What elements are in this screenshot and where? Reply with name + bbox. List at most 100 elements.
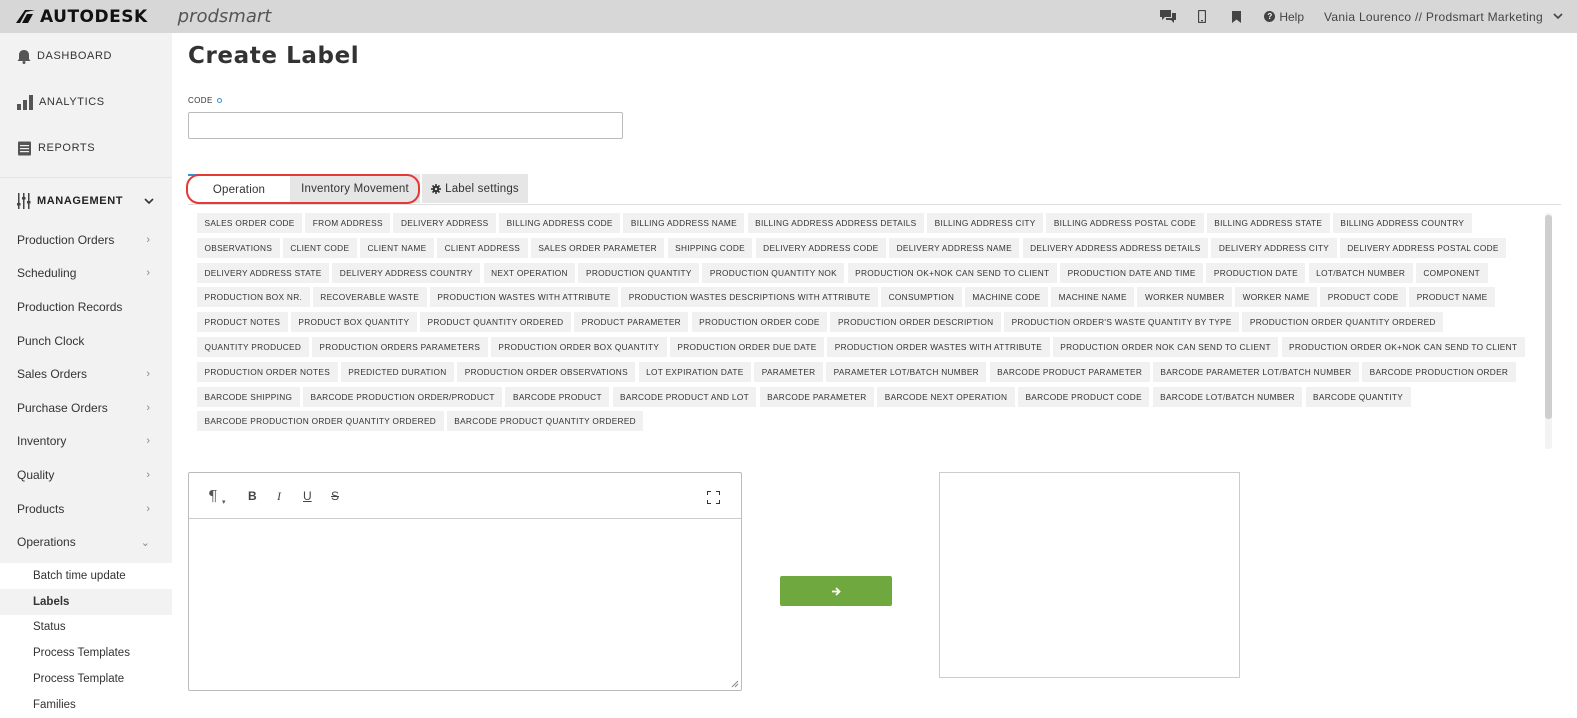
placeholder-tag[interactable]: DELIVERY ADDRESS POSTAL CODE — [1339, 237, 1507, 258]
italic-button[interactable]: I — [277, 487, 281, 505]
placeholder-tag[interactable]: PRODUCTION ORDER QUANTITY ORDERED — [1242, 312, 1444, 333]
placeholder-tag[interactable]: DELIVERY ADDRESS COUNTRY — [332, 262, 481, 283]
mobile-icon[interactable] — [1192, 7, 1212, 27]
sidebar-item-production-orders[interactable]: Production Orders › — [0, 223, 172, 257]
placeholder-tag[interactable]: DELIVERY ADDRESS STATE — [197, 262, 330, 283]
tab-inventory-movement[interactable]: Inventory Movement — [290, 174, 420, 203]
placeholder-tag[interactable]: SHIPPING CODE — [667, 237, 753, 258]
placeholder-tag[interactable]: BARCODE PRODUCTION ORDER QUANTITY ORDERE… — [197, 411, 444, 432]
placeholder-tag[interactable]: BILLING ADDRESS STATE — [1206, 213, 1330, 233]
sidebar-item-purchase-orders[interactable]: Purchase Orders › — [0, 391, 172, 425]
placeholder-tag[interactable]: PRODUCT QUANTITY ORDERED — [420, 312, 571, 333]
placeholder-tag[interactable]: PRODUCTION ORDER NOK CAN SEND TO CLIENT — [1052, 336, 1279, 357]
sidebar-item-analytics[interactable]: ANALYTICS — [0, 79, 172, 125]
sidebar-subitem-status[interactable]: Status — [0, 614, 172, 641]
placeholder-tag[interactable]: BARCODE SHIPPING — [197, 386, 300, 407]
placeholder-tag[interactable]: DELIVERY ADDRESS CITY — [1211, 237, 1337, 258]
chevron-down-icon[interactable] — [1553, 11, 1563, 23]
placeholder-tag[interactable]: BARCODE PRODUCT QUANTITY ORDERED — [446, 411, 644, 432]
tag-panel-scrollbar[interactable] — [1545, 213, 1552, 449]
placeholder-tag[interactable]: BARCODE PRODUCTION ORDER/PRODUCT — [302, 386, 503, 407]
sidebar-item-operations[interactable]: Operations ⌄ — [0, 525, 172, 559]
placeholder-tag[interactable]: BARCODE NEXT OPERATION — [877, 386, 1015, 407]
sidebar-item-punch-clock[interactable]: Punch Clock — [0, 324, 172, 358]
placeholder-tag[interactable]: BARCODE LOT/BATCH NUMBER — [1152, 386, 1303, 407]
placeholder-tag[interactable]: CONSUMPTION — [881, 287, 962, 308]
sidebar-item-scheduling[interactable]: Scheduling › — [0, 257, 172, 291]
placeholder-tag[interactable]: BARCODE PRODUCT — [505, 386, 610, 407]
placeholder-tag[interactable]: BILLING ADDRESS ADDRESS DETAILS — [747, 213, 924, 233]
placeholder-tag[interactable]: LOT EXPIRATION DATE — [638, 361, 752, 382]
placeholder-tag[interactable]: RECOVERABLE WASTE — [312, 287, 427, 308]
placeholder-tag[interactable]: PRODUCTION ORDER OK+NOK CAN SEND TO CLIE… — [1281, 336, 1525, 357]
placeholder-tag[interactable]: PARAMETER — [754, 361, 823, 382]
bold-button[interactable]: B — [248, 487, 257, 505]
placeholder-tag[interactable]: BARCODE PRODUCTION ORDER — [1362, 361, 1516, 382]
placeholder-tag[interactable]: LOT/BATCH NUMBER — [1308, 262, 1413, 283]
sidebar-subitem-batch-time-update[interactable]: Batch time update — [0, 562, 172, 589]
sidebar-subitem-labels[interactable]: Labels — [0, 588, 172, 615]
placeholder-tag[interactable]: COMPONENT — [1415, 262, 1488, 283]
placeholder-tag[interactable]: PRODUCTION ORDER OBSERVATIONS — [457, 361, 636, 382]
placeholder-tag[interactable]: DELIVERY ADDRESS NAME — [889, 237, 1020, 258]
placeholder-tag[interactable]: PRODUCTION ORDER NOTES — [197, 361, 338, 382]
placeholder-tag[interactable]: PRODUCTION ORDER BOX QUANTITY — [490, 336, 667, 357]
placeholder-tag[interactable]: BILLING ADDRESS COUNTRY — [1332, 213, 1472, 233]
sidebar-subitem-process-templates[interactable]: Process Templates — [0, 640, 172, 667]
sidebar-item-sales-orders[interactable]: Sales Orders › — [0, 357, 172, 391]
sidebar-item-products[interactable]: Products › — [0, 492, 172, 526]
placeholder-tag[interactable]: PARAMETER LOT/BATCH NUMBER — [826, 361, 987, 382]
chat-icon[interactable] — [1158, 7, 1178, 27]
placeholder-tag[interactable]: PRODUCTION ORDER WASTES WITH ATTRIBUTE — [827, 336, 1050, 357]
placeholder-tag[interactable]: CLIENT ADDRESS — [437, 237, 528, 258]
placeholder-tag[interactable]: PRODUCTION ORDER DUE DATE — [669, 336, 825, 357]
placeholder-tag[interactable]: PRODUCTION ORDER DESCRIPTION — [830, 312, 1001, 333]
tab-operation[interactable]: Operation — [188, 174, 290, 203]
placeholder-tag[interactable]: PRODUCTION WASTES DESCRIPTIONS WITH ATTR… — [621, 287, 878, 308]
generate-preview-button[interactable] — [780, 576, 892, 606]
strikethrough-button[interactable]: S — [331, 487, 339, 505]
placeholder-tag[interactable]: BILLING ADDRESS POSTAL CODE — [1046, 213, 1204, 233]
sidebar-subitem-families[interactable]: Families — [0, 691, 172, 718]
placeholder-tag[interactable]: PRODUCT BOX QUANTITY — [290, 312, 417, 333]
placeholder-tag[interactable]: BILLING ADDRESS NAME — [623, 213, 745, 233]
sidebar-section-management[interactable]: MANAGEMENT — [0, 177, 172, 223]
sidebar-item-dashboard[interactable]: DASHBOARD — [0, 33, 172, 79]
placeholder-tag[interactable]: DELIVERY ADDRESS CODE — [755, 237, 886, 258]
sidebar-subitem-process-template[interactable]: Process Template — [0, 666, 172, 692]
placeholder-tag[interactable]: DELIVERY ADDRESS ADDRESS DETAILS — [1022, 237, 1209, 258]
sidebar-item-reports[interactable]: REPORTS — [0, 125, 172, 171]
fullscreen-icon[interactable] — [707, 488, 720, 506]
placeholder-tag[interactable]: PRODUCTION BOX NR. — [197, 287, 310, 308]
placeholder-tag[interactable]: WORKER NUMBER — [1137, 287, 1232, 308]
placeholder-tag[interactable]: PRODUCT NOTES — [197, 312, 288, 333]
placeholder-tag[interactable]: MACHINE NAME — [1051, 287, 1135, 308]
placeholder-tag[interactable]: BARCODE PRODUCT CODE — [1017, 386, 1150, 407]
placeholder-tag[interactable]: BARCODE PARAMETER LOT/BATCH NUMBER — [1152, 361, 1359, 382]
autodesk-logo[interactable]: AUTODESK — [16, 7, 148, 27]
underline-button[interactable]: U — [303, 487, 312, 505]
placeholder-tag[interactable]: PRODUCTION QUANTITY NOK — [702, 262, 845, 283]
placeholder-tag[interactable]: MACHINE CODE — [964, 287, 1048, 308]
placeholder-tag[interactable]: BILLING ADDRESS CODE — [499, 213, 621, 233]
placeholder-tag[interactable]: PRODUCT NAME — [1409, 287, 1495, 308]
placeholder-tag[interactable]: DELIVERY ADDRESS — [393, 213, 496, 233]
placeholder-tag[interactable]: CLIENT CODE — [282, 237, 357, 258]
placeholder-tag[interactable]: BARCODE QUANTITY — [1305, 386, 1411, 407]
sidebar-item-inventory[interactable]: Inventory › — [0, 425, 172, 459]
sidebar-item-quality[interactable]: Quality › — [0, 458, 172, 492]
user-menu[interactable]: Vania Lourenco // Prodsmart Marketing — [1324, 10, 1543, 24]
scrollbar-thumb[interactable] — [1545, 215, 1552, 419]
placeholder-tag[interactable]: NEXT OPERATION — [483, 262, 576, 283]
placeholder-tag[interactable]: WORKER NAME — [1235, 287, 1318, 308]
placeholder-tag[interactable]: PRODUCTION DATE AND TIME — [1060, 262, 1204, 283]
editor-content-area[interactable] — [189, 519, 741, 690]
placeholder-tag[interactable]: PREDICTED DURATION — [340, 361, 455, 382]
paragraph-format-icon[interactable]: ¶ — [208, 487, 218, 505]
placeholder-tag[interactable]: PRODUCTION ORDER CODE — [691, 312, 828, 333]
placeholder-tag[interactable]: PRODUCT PARAMETER — [574, 312, 689, 333]
placeholder-tag[interactable]: PRODUCTION ORDER'S WASTE QUANTITY BY TYP… — [1004, 312, 1240, 333]
placeholder-tag[interactable]: PRODUCTION WASTES WITH ATTRIBUTE — [429, 287, 619, 308]
placeholder-tag[interactable]: FROM ADDRESS — [305, 213, 391, 233]
code-input[interactable] — [188, 112, 623, 139]
